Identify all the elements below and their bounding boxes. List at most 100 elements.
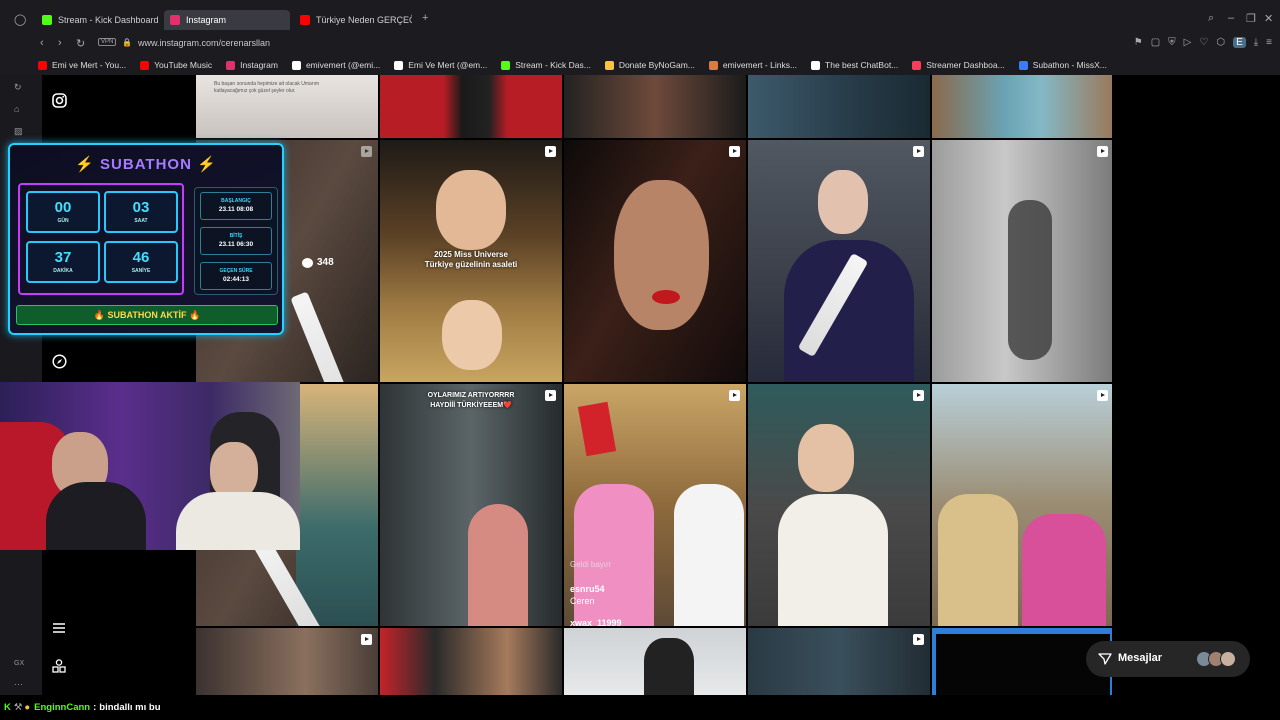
heart-icon[interactable]: ♡ — [1199, 37, 1208, 48]
timer-label: GÜN — [57, 218, 69, 224]
post-tile[interactable] — [380, 75, 562, 138]
kick-icon — [501, 60, 511, 70]
menu-icon[interactable]: ≡ — [1266, 37, 1272, 48]
kick-icon — [42, 15, 52, 25]
bookmark-item[interactable]: YouTube Music — [140, 60, 212, 70]
post-tile[interactable] — [932, 628, 1112, 695]
comment-count: 348 — [302, 257, 334, 268]
post-tile[interactable] — [748, 75, 930, 138]
bookmark-item[interactable]: Donate ByNoGam... — [604, 60, 695, 70]
post-tile[interactable] — [932, 75, 1112, 138]
timer-value: 46 — [132, 249, 150, 266]
flow-icon[interactable]: ⌂ — [14, 104, 19, 114]
dress-shape — [674, 484, 744, 626]
post-tile[interactable] — [932, 384, 1112, 626]
new-tab-icon[interactable]: + — [422, 12, 428, 24]
url-field[interactable]: www.instagram.com/cerenarsllan — [138, 38, 270, 48]
notes-icon[interactable]: ▨ — [14, 126, 23, 137]
post-tile[interactable]: 2025 Miss Universe Türkiye güzelinin asa… — [380, 140, 562, 382]
minimize-icon[interactable]: – — [1228, 12, 1234, 24]
youtube-icon — [300, 15, 310, 25]
post-tile[interactable] — [380, 628, 562, 695]
subathon-title: ⚡ SUBATHON ⚡ — [10, 155, 282, 173]
history-icon[interactable]: ↻ — [14, 82, 22, 93]
subathon-icon — [1018, 60, 1028, 70]
tab-instagram[interactable]: Instagram — [164, 10, 290, 30]
post-tile[interactable] — [748, 140, 930, 382]
opera-menu-icon[interactable]: ◯ — [14, 13, 26, 26]
bookmark-item[interactable]: Stream - Kick Das... — [501, 60, 591, 70]
bookmark-item[interactable]: emivemert - Links... — [708, 60, 798, 70]
explore-icon[interactable] — [52, 354, 67, 369]
timer-value: 37 — [54, 249, 72, 266]
bookmark-item[interactable]: Streamer Dashboa... — [912, 60, 1005, 70]
post-tile[interactable] — [932, 140, 1112, 382]
bookmark-item[interactable]: Subathon - MissX... — [1018, 60, 1107, 70]
post-tile[interactable]: OYLARIMIZ ARTIYORRRR HAYDİİİ TÜRKİYEEEM❤… — [380, 384, 562, 626]
instagram-logo-icon[interactable] — [52, 93, 67, 108]
timer-label: SAAT — [134, 218, 148, 224]
paper-plane-icon — [1098, 653, 1112, 665]
bookmark-icon[interactable]: ⚑ — [1134, 37, 1143, 48]
post-tile[interactable] — [748, 384, 930, 626]
tab-kick-dashboard[interactable]: Stream - Kick Dashboard — [36, 10, 160, 30]
post-tile[interactable] — [748, 628, 930, 695]
snapshot-icon[interactable]: ▢ — [1151, 37, 1160, 48]
back-icon[interactable]: ‹ — [40, 37, 44, 49]
badge-icon: ● — [24, 702, 31, 713]
lips-shape — [652, 290, 680, 304]
person-silhouette — [468, 504, 528, 626]
reload-icon[interactable]: ↻ — [76, 37, 85, 50]
overlay-text: Türkiye güzelinin asaleti — [424, 260, 518, 269]
gx-label[interactable]: GX — [14, 660, 24, 667]
bookmark-label: emivemert - Links... — [722, 60, 798, 70]
bookmark-item[interactable]: emivemert (@emi... — [291, 60, 380, 70]
info-value: 23.11 06:30 — [218, 241, 254, 248]
bookmark-item[interactable]: Instagram — [226, 60, 278, 70]
avatar — [1220, 651, 1236, 667]
play-icon[interactable]: ▷ — [1184, 37, 1192, 48]
bookmark-item[interactable]: Emi Ve Mert (@em... — [394, 60, 487, 70]
messages-button[interactable]: Mesajlar — [1086, 641, 1250, 677]
forward-icon[interactable]: › — [58, 37, 62, 49]
close-icon[interactable]: ✕ — [1264, 12, 1273, 25]
bookmark-label: Subathon - MissX... — [1032, 60, 1107, 70]
info-key: BİTİŞ — [229, 233, 243, 239]
extensions-icon[interactable]: ⬡ — [1216, 37, 1225, 48]
info-key: GEÇEN SÜRE — [219, 268, 253, 274]
restore-icon[interactable]: ❐ — [1246, 12, 1256, 25]
post-tile[interactable] — [564, 75, 746, 138]
vpn-badge[interactable]: VPN — [98, 38, 117, 46]
post-tile[interactable]: Bu başarı sonunda hepimize ait olacak Um… — [196, 75, 378, 138]
bookmark-label: Stream - Kick Das... — [515, 60, 591, 70]
subathon-status: 🔥 SUBATHON AKTİF 🔥 — [16, 305, 278, 325]
reel-icon — [729, 146, 740, 157]
also-from-meta-icon[interactable] — [52, 659, 66, 673]
subathon-title-text: SUBATHON — [100, 156, 192, 173]
subathon-timer: 00 GÜN 03 SAAT 37 DAKİKA 46 SANİYE — [18, 183, 184, 295]
bookmark-item[interactable]: The best ChatBot... — [811, 60, 898, 70]
more-icon[interactable]: ··· — [14, 679, 23, 689]
post-tile[interactable]: Geldi bayırr esnru54 Ceren xwax_11999 — [564, 384, 746, 626]
post-tile[interactable] — [196, 628, 378, 695]
hamburger-menu-icon[interactable] — [52, 621, 66, 635]
bookmark-item[interactable]: Emi ve Mert - You... — [38, 60, 126, 70]
download-icon[interactable]: ⤓ — [1254, 37, 1258, 48]
shield-icon[interactable]: ⛨ — [1168, 37, 1176, 48]
search-tabs-icon[interactable]: ⌕ — [1208, 12, 1214, 25]
bookmark-label: Streamer Dashboa... — [926, 60, 1005, 70]
chat-message: K ⚒ ● EnginnCann : bindallı mı bu — [0, 695, 1280, 720]
badge-icon: ⚒ — [13, 702, 23, 713]
post-tile[interactable] — [564, 140, 746, 382]
post-tile[interactable] — [564, 628, 746, 695]
lock-icon: 🔒 — [122, 38, 132, 47]
post-grid: Bu başarı sonunda hepimize ait olacak Um… — [196, 75, 1112, 695]
profile-avatar[interactable]: E — [1233, 37, 1246, 48]
instagram-icon — [170, 15, 180, 25]
comment-icon — [302, 257, 313, 268]
post-caption: Bu başarı sonunda hepimize ait olacak Um… — [214, 81, 320, 94]
timer-label: DAKİKA — [53, 268, 73, 274]
tab-label: Instagram — [186, 15, 227, 25]
tab-youtube[interactable]: Türkiye Neden GERÇEĞİ — [294, 10, 412, 30]
overlay-text: 2025 Miss Universe — [434, 250, 508, 259]
